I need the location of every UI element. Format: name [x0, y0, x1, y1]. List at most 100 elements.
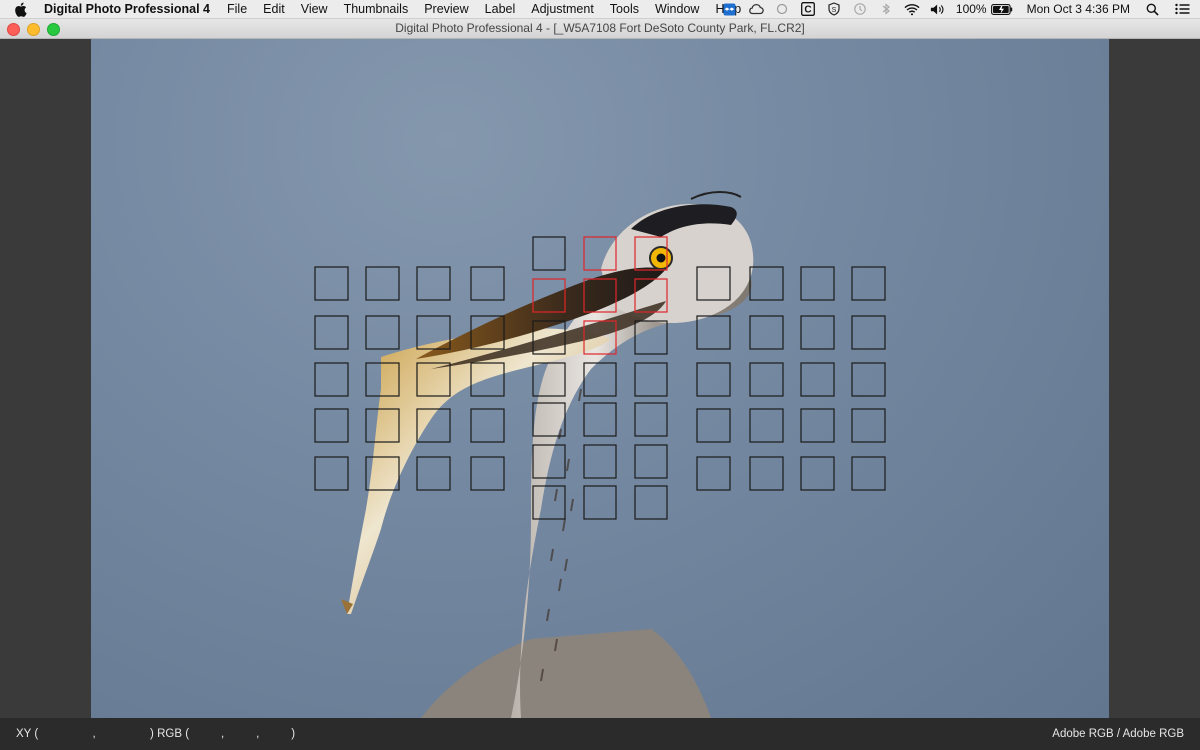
notification-center-icon[interactable]	[1174, 2, 1190, 16]
af-point	[314, 408, 349, 443]
af-point	[470, 362, 505, 397]
rgb-separator-1: ,	[220, 728, 225, 740]
menu-view[interactable]: View	[301, 2, 328, 16]
af-point-active	[634, 278, 668, 313]
af-point	[314, 456, 349, 491]
dropbox-icon[interactable]	[722, 2, 738, 16]
menubar-clock[interactable]: Mon Oct 3 4:36 PM	[1027, 2, 1130, 16]
pixel-readout: XY ( , ) RGB ( , , )	[16, 718, 295, 750]
af-point	[696, 362, 731, 397]
af-points-overlay	[314, 236, 886, 520]
af-point	[800, 362, 835, 397]
af-point	[416, 408, 451, 443]
af-point	[749, 456, 784, 491]
af-point	[696, 266, 731, 301]
apple-icon[interactable]	[14, 2, 30, 17]
menu-thumbnails[interactable]: Thumbnails	[344, 2, 409, 16]
shield-icon[interactable]: S	[826, 2, 842, 16]
af-point	[634, 362, 668, 397]
af-point	[532, 236, 566, 271]
rgb-label: RGB (	[157, 728, 190, 740]
af-point	[314, 362, 349, 397]
af-point	[851, 408, 886, 443]
battery-icon[interactable]	[990, 2, 1013, 16]
bluetooth-icon[interactable]	[878, 2, 894, 16]
cloud-sync-icon[interactable]	[774, 2, 790, 16]
af-point	[532, 444, 566, 479]
af-point	[532, 320, 566, 355]
af-point-active	[634, 236, 668, 271]
af-point	[634, 485, 668, 520]
menu-window[interactable]: Window	[655, 2, 699, 16]
af-point-active	[583, 278, 617, 313]
af-point	[851, 315, 886, 350]
svg-text:C: C	[804, 5, 811, 16]
menu-tools[interactable]: Tools	[610, 2, 639, 16]
af-point	[532, 362, 566, 397]
menu-preview[interactable]: Preview	[424, 2, 468, 16]
rgb-close: )	[291, 728, 296, 740]
af-point	[314, 266, 349, 301]
minimize-window-button[interactable]	[27, 23, 40, 36]
af-point	[749, 266, 784, 301]
status-bar: XY ( , ) RGB ( , , ) Adobe RGB / Adobe R…	[0, 718, 1200, 750]
photo-preview[interactable]	[91, 39, 1109, 718]
time-machine-icon[interactable]	[852, 2, 868, 16]
af-point	[696, 456, 731, 491]
af-point	[532, 485, 566, 520]
af-point	[532, 402, 566, 437]
menu-bar: Digital Photo Professional 4 File Edit V…	[0, 0, 1200, 19]
af-point	[365, 456, 400, 491]
image-viewer[interactable]	[0, 39, 1200, 718]
af-point	[696, 408, 731, 443]
menu-edit[interactable]: Edit	[263, 2, 285, 16]
af-point	[314, 315, 349, 350]
app-menu[interactable]: Digital Photo Professional 4	[44, 2, 210, 16]
af-point	[749, 315, 784, 350]
xy-close: )	[150, 728, 154, 740]
battery-percent: 100%	[955, 2, 987, 16]
window-controls	[7, 23, 67, 36]
menu-adjustment[interactable]: Adjustment	[531, 2, 594, 16]
xy-label: XY (	[16, 728, 39, 740]
af-point	[365, 266, 400, 301]
af-point	[800, 266, 835, 301]
af-point	[634, 320, 668, 355]
af-point	[583, 444, 617, 479]
af-point	[851, 266, 886, 301]
af-point-active	[583, 236, 617, 271]
af-point	[470, 315, 505, 350]
af-point	[749, 362, 784, 397]
af-point	[851, 362, 886, 397]
af-point	[365, 408, 400, 443]
af-point	[470, 408, 505, 443]
af-point	[416, 456, 451, 491]
svg-text:S: S	[832, 7, 837, 14]
af-point	[365, 315, 400, 350]
menu-label[interactable]: Label	[485, 2, 516, 16]
window-title: Digital Photo Professional 4 - [_W5A7108…	[395, 21, 805, 35]
cc-badge-icon[interactable]: C	[800, 2, 816, 16]
af-point	[470, 266, 505, 301]
zoom-window-button[interactable]	[47, 23, 60, 36]
window-titlebar[interactable]: Digital Photo Professional 4 - [_W5A7108…	[0, 19, 1200, 39]
af-point	[696, 315, 731, 350]
volume-icon[interactable]	[930, 2, 946, 16]
close-window-button[interactable]	[7, 23, 20, 36]
creative-cloud-icon[interactable]	[748, 2, 764, 16]
af-point	[800, 456, 835, 491]
af-point	[634, 444, 668, 479]
af-point	[583, 402, 617, 437]
rgb-separator-2: ,	[256, 728, 260, 740]
spotlight-icon[interactable]	[1144, 2, 1160, 16]
af-point	[749, 408, 784, 443]
af-point	[365, 362, 400, 397]
af-point	[851, 456, 886, 491]
af-point	[470, 456, 505, 491]
menu-file[interactable]: File	[227, 2, 247, 16]
wifi-icon[interactable]	[904, 2, 920, 16]
af-point	[416, 362, 451, 397]
af-point	[416, 266, 451, 301]
af-point	[800, 408, 835, 443]
af-point	[634, 402, 668, 437]
